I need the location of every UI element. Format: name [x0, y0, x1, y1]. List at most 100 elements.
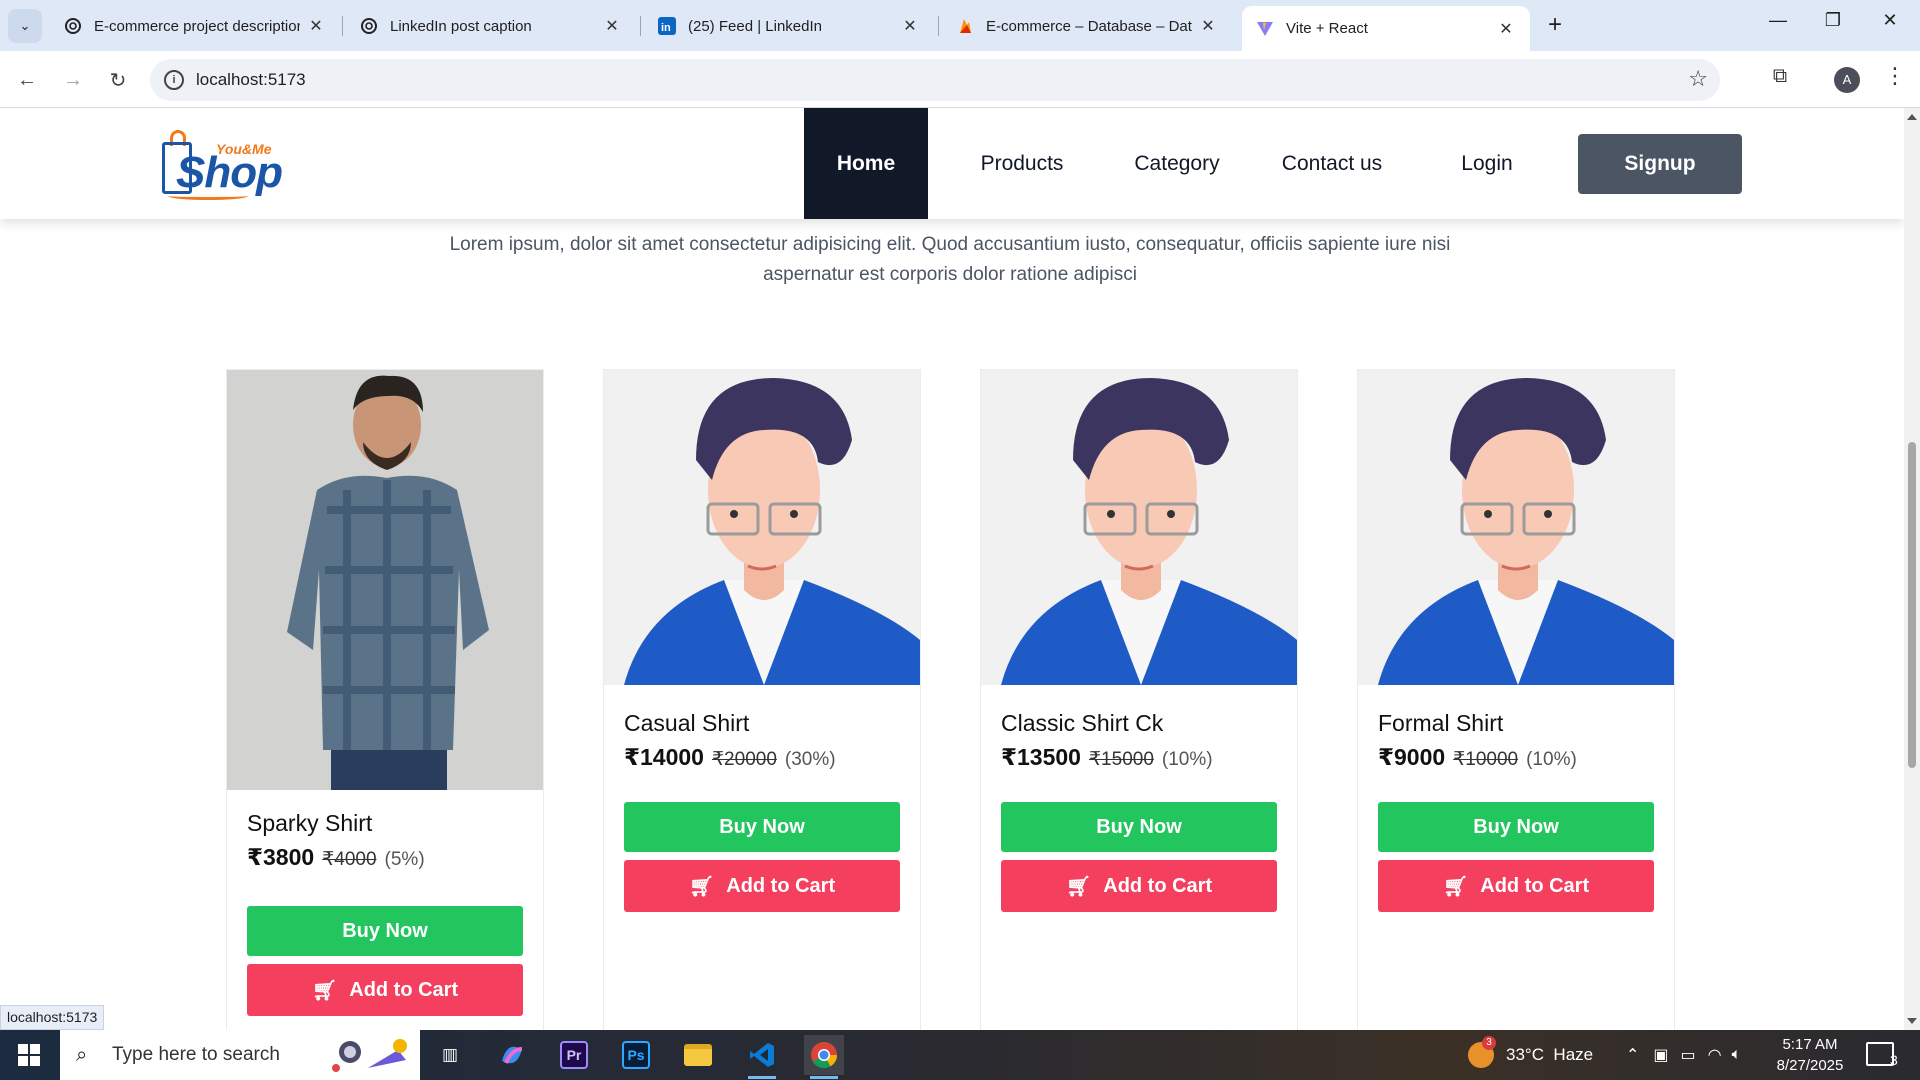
intro-text: Lorem ipsum, dolor sit amet consectetur …	[449, 234, 1451, 285]
meet-now-icon[interactable]: ▣	[1653, 1045, 1668, 1065]
product-prices: ₹9000 ₹10000 (10%)	[1378, 744, 1577, 771]
site-header: You&Me Shop Home Products Category Conta…	[0, 108, 1904, 219]
firebase-icon	[956, 17, 974, 35]
product-price: ₹3800	[247, 844, 315, 870]
product-name[interactable]: Sparky Shirt	[247, 810, 372, 837]
add-to-cart-button[interactable]: 🛒︎ Add to Cart	[624, 860, 900, 912]
cart-icon: 🛒︎	[1442, 875, 1469, 898]
add-to-cart-button[interactable]: 🛒︎ Add to Cart	[1001, 860, 1277, 912]
notification-count: 3	[1890, 1052, 1898, 1068]
address-url[interactable]: localhost:5173	[196, 70, 306, 90]
search-icon: ⌕	[76, 1043, 88, 1066]
nav-login[interactable]: Login	[1410, 108, 1564, 219]
nav-category[interactable]: Category	[1100, 108, 1254, 219]
product-price: ₹14000	[624, 744, 704, 770]
product-discount: (5%)	[384, 849, 425, 870]
buy-now-button[interactable]: Buy Now	[247, 906, 523, 956]
chevron-up-icon[interactable]: ⌃	[1626, 1045, 1639, 1065]
add-to-cart-label: Add to Cart	[726, 874, 836, 897]
tab-linkedin-caption[interactable]: LinkedIn post caption ✕	[346, 6, 636, 46]
close-icon[interactable]: ✕	[602, 16, 622, 36]
product-mrp: ₹10000	[1453, 749, 1519, 770]
tab-linkedin-feed[interactable]: in (25) Feed | LinkedIn ✕	[644, 6, 934, 46]
logo-wordmark: Shop	[176, 148, 283, 197]
vite-icon	[1256, 20, 1274, 38]
product-image[interactable]	[1358, 370, 1674, 685]
add-to-cart-button[interactable]: 🛒︎ Add to Cart	[247, 964, 523, 1016]
volume-icon[interactable]: 🔈︎	[1732, 1046, 1742, 1064]
vscode-icon[interactable]	[742, 1035, 782, 1079]
page-viewport: You&Me Shop Home Products Category Conta…	[0, 108, 1904, 1030]
browser-menu-icon[interactable]: ⋮	[1884, 63, 1906, 89]
signup-button[interactable]: Signup	[1578, 134, 1742, 194]
buy-now-button[interactable]: Buy Now	[1378, 802, 1654, 852]
search-highlight-icon	[332, 1039, 407, 1072]
system-clock[interactable]: 5:17 AM 8/27/2025	[1760, 1034, 1860, 1076]
product-name[interactable]: Casual Shirt	[624, 710, 749, 737]
nav-home[interactable]: Home	[804, 108, 928, 219]
product-price: ₹13500	[1001, 744, 1081, 770]
product-image[interactable]	[604, 370, 920, 685]
forward-button[interactable]: →	[58, 65, 88, 95]
browser-toolbar: ← → ↻ i localhost:5173 ☆ ⧉ A ⋮	[0, 51, 1920, 108]
tab-ecommerce-description[interactable]: E-commerce project description ✕	[50, 6, 340, 46]
bookmark-star-icon[interactable]: ☆	[1688, 66, 1708, 92]
weather-widget[interactable]: 3 33°C Haze	[1468, 1030, 1593, 1080]
nav-products[interactable]: Products	[944, 108, 1100, 219]
product-prices: ₹3800 ₹4000 (5%)	[247, 844, 425, 871]
taskbar-search-box[interactable]: ⌕ Type here to search	[60, 1030, 420, 1080]
close-icon[interactable]: ✕	[1496, 19, 1516, 39]
weather-badge: 3	[1482, 1036, 1496, 1050]
product-mrp: ₹20000	[711, 749, 777, 770]
battery-icon[interactable]: ▭	[1681, 1045, 1696, 1065]
buy-now-button[interactable]: Buy Now	[624, 802, 900, 852]
site-info-icon[interactable]: i	[164, 70, 184, 90]
chevron-down-icon: ⌄	[19, 18, 31, 33]
product-mrp: ₹4000	[322, 849, 377, 870]
chrome-icon[interactable]	[804, 1035, 844, 1079]
cart-icon: 🛒︎	[688, 875, 715, 898]
back-button[interactable]: ←	[12, 65, 42, 95]
add-to-cart-label: Add to Cart	[1480, 874, 1590, 897]
close-icon[interactable]: ✕	[306, 16, 326, 36]
tab-vite-react[interactable]: Vite + React ✕	[1242, 6, 1530, 51]
premiere-icon[interactable]: Pr	[554, 1035, 594, 1075]
product-card: Sparky Shirt ₹3800 ₹4000 (5%) Buy Now 🛒︎ Ad…	[226, 369, 544, 1030]
profile-avatar[interactable]: A	[1834, 67, 1860, 93]
restore-button[interactable]: ❐	[1813, 10, 1853, 31]
extensions-icon[interactable]: ⧉	[1765, 65, 1795, 95]
scroll-down-arrow[interactable]	[1907, 1018, 1917, 1024]
product-name[interactable]: Classic Shirt Ck	[1001, 710, 1163, 737]
tab-firebase-database[interactable]: E-commerce – Database – Data ✕	[942, 6, 1232, 46]
chatgpt-icon	[360, 17, 378, 35]
file-explorer-icon[interactable]	[678, 1035, 718, 1075]
new-tab-button[interactable]: +	[1540, 12, 1570, 38]
wifi-icon[interactable]: ◠	[1708, 1045, 1722, 1065]
weather-text: 33°C Haze	[1506, 1045, 1594, 1064]
tab-divider	[938, 16, 939, 36]
close-icon[interactable]: ✕	[1198, 16, 1218, 36]
minimize-button[interactable]: —	[1758, 10, 1798, 31]
close-window-button[interactable]: ✕	[1870, 10, 1910, 31]
nav-contact-us[interactable]: Contact us	[1254, 108, 1410, 219]
scroll-up-arrow[interactable]	[1907, 114, 1917, 120]
reload-button[interactable]: ↻	[103, 65, 133, 95]
buy-now-button[interactable]: Buy Now	[1001, 802, 1277, 852]
address-bar[interactable]: i localhost:5173 ☆	[150, 59, 1720, 101]
start-button[interactable]	[0, 1030, 58, 1080]
product-name[interactable]: Formal Shirt	[1378, 710, 1503, 737]
tab-divider	[342, 16, 343, 36]
add-to-cart-button[interactable]: 🛒︎ Add to Cart	[1378, 860, 1654, 912]
tab-search-button[interactable]: ⌄	[8, 9, 42, 43]
scrollbar-thumb[interactable]	[1908, 442, 1916, 768]
task-view-icon[interactable]: ▥	[430, 1035, 470, 1075]
close-icon[interactable]: ✕	[900, 16, 920, 36]
photoshop-icon[interactable]: Ps	[616, 1035, 656, 1075]
product-image[interactable]	[227, 370, 543, 790]
page-scrollbar[interactable]	[1904, 108, 1920, 1030]
tab-title: (25) Feed | LinkedIn	[688, 17, 822, 35]
product-price: ₹9000	[1378, 744, 1446, 770]
product-image[interactable]	[981, 370, 1297, 685]
copilot-icon[interactable]	[492, 1035, 532, 1075]
shop-logo[interactable]: You&Me Shop	[160, 124, 284, 202]
